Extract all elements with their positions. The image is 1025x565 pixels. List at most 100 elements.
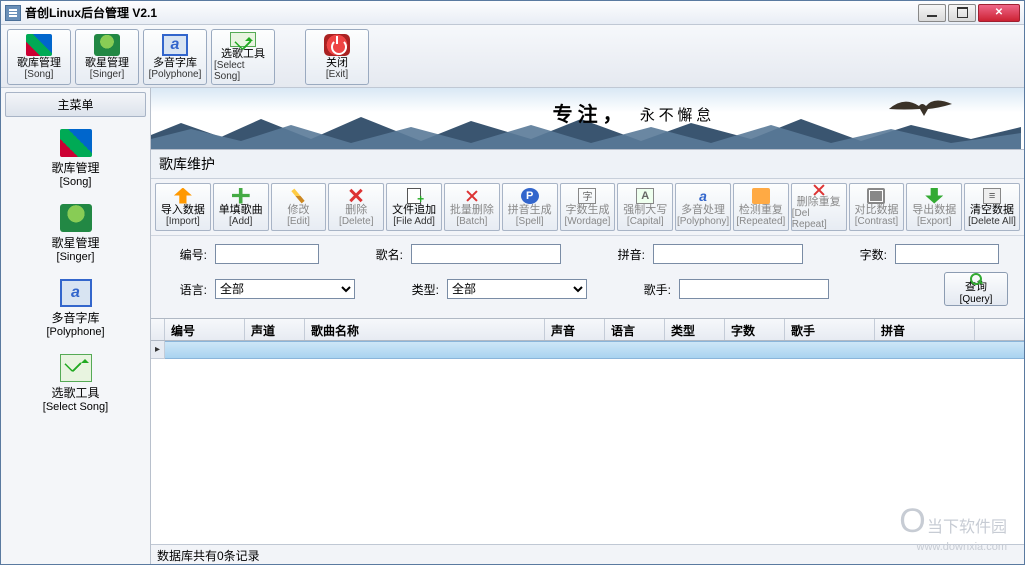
cap-icon <box>636 188 654 204</box>
toolbar-label: 歌库管理 <box>17 57 61 69</box>
action-add-button[interactable]: 单填歌曲[Add] <box>213 183 269 231</box>
column-header[interactable]: 编号 <box>165 319 245 340</box>
action-label: 删除重复 <box>797 197 841 208</box>
search-icon <box>969 273 983 278</box>
sidebar-item-singer[interactable]: 歌星管理 [Singer] <box>5 198 146 273</box>
export-icon <box>925 188 943 204</box>
toolbar-sublabel: [Polyphone] <box>149 69 202 80</box>
eagle-icon <box>884 94 954 124</box>
column-header[interactable]: 类型 <box>665 319 725 340</box>
fileadd-icon <box>407 188 421 204</box>
action-sublabel: [Wordage] <box>565 216 611 227</box>
grid-body[interactable] <box>151 341 1024 544</box>
label-lang: 语言: <box>167 281 207 298</box>
sidebar-item-polyphone[interactable]: 多音字库 [Polyphone] <box>5 273 146 348</box>
input-id[interactable] <box>215 244 319 264</box>
label-pinyin: 拼音: <box>605 246 645 263</box>
content: 专 注 ， 永 不 懈 怠 歌库维护 导入数据[Import]单填歌曲[Add]… <box>151 88 1024 564</box>
input-name[interactable] <box>411 244 561 264</box>
action-fileadd-button[interactable]: 文件追加[File Add] <box>386 183 442 231</box>
sidebar: 主菜单 歌库管理 [Song] 歌星管理 [Singer] 多音字库 [Poly… <box>1 88 151 564</box>
select-type[interactable]: 全部 <box>447 279 587 299</box>
action-sublabel: [Add] <box>229 216 252 227</box>
delrep-icon <box>810 184 828 196</box>
singer-icon <box>60 204 92 232</box>
action-sublabel: [Polyphony] <box>677 216 729 227</box>
column-header[interactable]: 语言 <box>605 319 665 340</box>
action-sublabel: [Capital] <box>627 216 664 227</box>
toolbar-exit-button[interactable]: 关闭 [Exit] <box>305 29 369 85</box>
titlebar: 音创Linux后台管理 V2.1 <box>1 1 1024 25</box>
toolbar-sublabel: [Select Song] <box>214 60 272 82</box>
sidebar-sublabel: [Song] <box>60 176 92 188</box>
column-header[interactable]: 字数 <box>725 319 785 340</box>
app-window: 音创Linux后台管理 V2.1 歌库管理 [Song] 歌星管理 [Singe… <box>0 0 1025 565</box>
toolbar-song-button[interactable]: 歌库管理 [Song] <box>7 29 71 85</box>
query-button[interactable]: 查询 [Query] <box>944 272 1008 306</box>
column-header[interactable]: 拼音 <box>875 319 975 340</box>
column-header[interactable]: 歌曲名称 <box>305 319 545 340</box>
toolbar-singer-button[interactable]: 歌星管理 [Singer] <box>75 29 139 85</box>
action-sublabel: [Repeated] <box>736 216 785 227</box>
data-grid: 编号声道歌曲名称声音语言类型字数歌手拼音 <box>151 318 1024 544</box>
main-toolbar: 歌库管理 [Song] 歌星管理 [Singer] 多音字库 [Polyphon… <box>1 25 1024 88</box>
label-singer: 歌手: <box>631 281 671 298</box>
contrast-icon <box>867 188 885 204</box>
action-clear-button[interactable]: 清空数据[Delete All] <box>964 183 1020 231</box>
column-header[interactable]: 声音 <box>545 319 605 340</box>
window-controls <box>918 4 1020 22</box>
action-label: 单填歌曲 <box>219 205 263 216</box>
action-sublabel: [Contrast] <box>855 216 898 227</box>
minimize-button[interactable] <box>918 4 946 22</box>
action-label: 批量删除 <box>450 205 494 216</box>
selected-row[interactable] <box>165 341 1024 359</box>
action-label: 对比数据 <box>854 205 898 216</box>
window-title: 音创Linux后台管理 V2.1 <box>25 4 157 21</box>
action-spell-button: 拼音生成[Spell] <box>502 183 558 231</box>
action-sublabel: [File Add] <box>393 216 435 227</box>
repeat-icon <box>752 188 770 204</box>
singer-icon <box>94 34 120 56</box>
batch-icon <box>463 188 481 204</box>
label-name: 歌名: <box>363 246 403 263</box>
clear-icon <box>983 188 1001 204</box>
toolbar-sublabel: [Exit] <box>326 69 348 80</box>
grid-header: 编号声道歌曲名称声音语言类型字数歌手拼音 <box>151 319 1024 341</box>
toolbar-label: 多音字库 <box>153 57 197 69</box>
action-import-button[interactable]: 导入数据[Import] <box>155 183 211 231</box>
action-label: 检测重复 <box>739 205 783 216</box>
input-words[interactable] <box>895 244 999 264</box>
toolbar-selectsong-button[interactable]: 选歌工具 [Select Song] <box>211 29 275 85</box>
toolbar-sublabel: [Song] <box>25 69 54 80</box>
action-del-button: 删除[Delete] <box>328 183 384 231</box>
sidebar-label: 选歌工具 <box>51 384 99 401</box>
close-button[interactable] <box>978 4 1020 22</box>
sidebar-item-selectsong[interactable]: 选歌工具 [Select Song] <box>5 348 146 423</box>
column-header[interactable]: 声道 <box>245 319 305 340</box>
sidebar-label: 多音字库 <box>51 309 99 326</box>
action-toolbar: 导入数据[Import]单填歌曲[Add]修改[Edit]删除[Delete]文… <box>151 179 1024 236</box>
select-icon <box>60 354 92 382</box>
action-word-button: 字数生成[Wordage] <box>560 183 616 231</box>
input-pinyin[interactable] <box>653 244 803 264</box>
del-icon <box>347 188 365 204</box>
row-indicator <box>151 341 165 359</box>
maximize-button[interactable] <box>948 4 976 22</box>
column-header[interactable]: 歌手 <box>785 319 875 340</box>
column-header[interactable] <box>151 319 165 340</box>
sidebar-sublabel: [Select Song] <box>43 401 108 413</box>
exit-icon <box>324 34 350 56</box>
select-icon <box>230 32 256 47</box>
toolbar-polyphone-button[interactable]: 多音字库 [Polyphone] <box>143 29 207 85</box>
sidebar-item-song[interactable]: 歌库管理 [Song] <box>5 123 146 198</box>
label-type: 类型: <box>399 281 439 298</box>
action-sublabel: [Batch] <box>456 216 487 227</box>
select-lang[interactable]: 全部 <box>215 279 355 299</box>
action-label: 清空数据 <box>970 205 1014 216</box>
input-singer[interactable] <box>679 279 829 299</box>
sidebar-header[interactable]: 主菜单 <box>5 92 146 117</box>
action-edit-button: 修改[Edit] <box>271 183 327 231</box>
action-label: 强制大写 <box>623 205 667 216</box>
banner-text-sub: 永 不 懈 怠 <box>640 104 711 125</box>
add-icon <box>232 188 250 204</box>
